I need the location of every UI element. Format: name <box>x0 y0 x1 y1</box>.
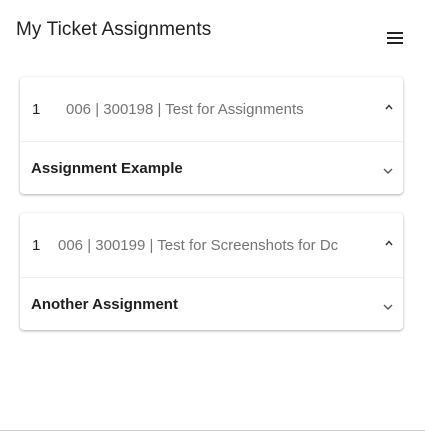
chevron-down-icon[interactable] <box>383 304 393 310</box>
chevron-up-icon[interactable] <box>385 239 393 247</box>
app-header: My Ticket Assignments <box>0 0 425 60</box>
group-title: 006 | 300199 | Test for Screenshots for … <box>58 237 339 254</box>
page-title: My Ticket Assignments <box>16 19 212 40</box>
assignment-item-label: Another Assignment <box>31 296 178 313</box>
assignment-group-card: 1 006 | 300198 | Test for Assignments As… <box>20 77 403 194</box>
group-count: 1 <box>32 237 41 254</box>
assignment-group-header[interactable]: 1 006 | 300199 | Test for Screenshots fo… <box>20 213 403 277</box>
assignment-item[interactable]: Assignment Example <box>20 142 403 194</box>
group-count: 1 <box>32 101 41 118</box>
menu-button[interactable] <box>385 31 405 47</box>
chevron-down-icon[interactable] <box>383 168 393 174</box>
assignment-group-card: 1 006 | 300199 | Test for Screenshots fo… <box>20 213 403 330</box>
assignment-group-header[interactable]: 1 006 | 300198 | Test for Assignments <box>20 77 403 141</box>
chevron-up-icon[interactable] <box>385 103 393 111</box>
group-title: 006 | 300198 | Test for Assignments <box>66 101 304 118</box>
bottom-divider <box>0 430 425 431</box>
assignment-item[interactable]: Another Assignment <box>20 278 403 330</box>
assignment-item-label: Assignment Example <box>31 160 183 177</box>
